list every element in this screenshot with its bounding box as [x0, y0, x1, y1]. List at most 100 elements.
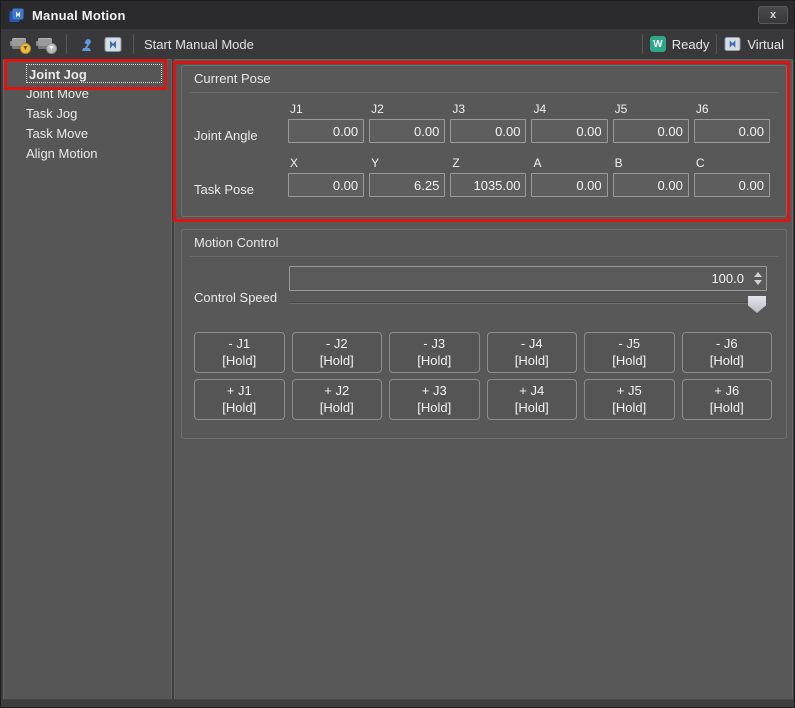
jog-plus-j3-button[interactable]: + J3 [Hold]	[389, 379, 480, 420]
control-speed-label: Control Speed	[194, 290, 277, 305]
task-pose-c-field[interactable]	[694, 173, 770, 197]
control-speed-slider-track[interactable]	[289, 302, 767, 304]
robot-monitor-button[interactable]	[100, 32, 126, 56]
toolbar-status-area: W Ready Virtual	[635, 34, 784, 54]
toolbar: ▼ ▼ Start Manual Mode W Ready	[1, 29, 794, 59]
joint-angle-cell: J1	[288, 102, 364, 143]
jog-plus-j6-button[interactable]: + J6 [Hold]	[682, 379, 773, 420]
joint-angle-j5-field[interactable]	[613, 119, 689, 143]
divider	[189, 256, 779, 257]
control-speed-slider-thumb[interactable]	[748, 296, 766, 313]
jog-plus-j1-button[interactable]: + J1 [Hold]	[194, 379, 285, 420]
jog-button-hold: [Hold]	[320, 400, 354, 417]
jog-minus-j2-button[interactable]: - J2 [Hold]	[292, 332, 383, 373]
close-button[interactable]: x	[758, 6, 788, 24]
joint-angle-fields: J1 J2 J3 J4 J5 J6	[288, 102, 770, 143]
joint-angle-j3-field[interactable]	[450, 119, 526, 143]
robot-monitor-icon	[104, 36, 122, 53]
jog-button-hold: [Hold]	[710, 400, 744, 417]
motion-mode-list: Joint Jog Joint Move Task Jog Task Move …	[3, 59, 172, 700]
virtual-status-label: Virtual	[747, 37, 784, 52]
jog-plus-j2-button[interactable]: + J2 [Hold]	[292, 379, 383, 420]
manual-motion-window: Manual Motion x ▼ ▼	[0, 0, 795, 708]
jog-plus-j5-button[interactable]: + J5 [Hold]	[584, 379, 675, 420]
robot-arm-icon	[78, 35, 96, 53]
jog-button-axis: - J6	[716, 336, 738, 353]
jog-button-hold: [Hold]	[515, 353, 549, 370]
jog-button-hold: [Hold]	[710, 353, 744, 370]
jog-button-axis: - J2	[326, 336, 348, 353]
jog-button-hold: [Hold]	[222, 400, 256, 417]
axis-label: C	[694, 156, 770, 173]
axis-label: X	[288, 156, 364, 173]
power-off-badge-icon: ▼	[46, 43, 57, 54]
robot-app-icon	[8, 7, 25, 24]
jog-minus-j1-button[interactable]: - J1 [Hold]	[194, 332, 285, 373]
jog-minus-j3-button[interactable]: - J3 [Hold]	[389, 332, 480, 373]
jog-button-hold: [Hold]	[320, 353, 354, 370]
spin-down-icon[interactable]	[754, 280, 762, 285]
axis-label: J2	[369, 102, 445, 119]
task-pose-label: Task Pose	[194, 182, 254, 197]
joint-angle-label: Joint Angle	[194, 128, 258, 143]
jog-minus-j6-button[interactable]: - J6 [Hold]	[682, 332, 773, 373]
up-down-arrows-icon[interactable]	[750, 267, 766, 290]
jog-button-hold: [Hold]	[417, 400, 451, 417]
toolbar-separator	[66, 34, 67, 54]
task-pose-cell: Z	[450, 156, 526, 197]
servo-on-button[interactable]: ▼	[7, 32, 33, 56]
control-speed-input[interactable]	[290, 267, 750, 290]
axis-label: A	[531, 156, 607, 173]
motion-control-title: Motion Control	[194, 235, 279, 250]
task-pose-b-field[interactable]	[613, 173, 689, 197]
joint-angle-j2-field[interactable]	[369, 119, 445, 143]
axis-label: J5	[613, 102, 689, 119]
jog-button-axis: + J3	[422, 383, 447, 400]
jog-button-hold: [Hold]	[222, 353, 256, 370]
task-pose-z-field[interactable]	[450, 173, 526, 197]
spin-up-icon[interactable]	[754, 272, 762, 277]
jog-button-hold: [Hold]	[515, 400, 549, 417]
jog-button-axis: + J5	[617, 383, 642, 400]
joint-angle-j4-field[interactable]	[531, 119, 607, 143]
sidebar-item-align-motion[interactable]: Align Motion	[4, 144, 171, 164]
jog-button-axis: + J6	[714, 383, 739, 400]
axis-label: B	[613, 156, 689, 173]
virtual-monitor-icon	[724, 36, 741, 52]
jog-button-axis: - J4	[521, 336, 543, 353]
sidebar-item-joint-jog[interactable]: Joint Jog	[26, 64, 162, 83]
sidebar-item-joint-move[interactable]: Joint Move	[4, 84, 171, 104]
jog-button-axis: - J5	[618, 336, 640, 353]
power-on-badge-icon: ▼	[20, 43, 31, 54]
sidebar-item-task-jog[interactable]: Task Jog	[4, 104, 171, 124]
window-title: Manual Motion	[32, 8, 126, 23]
task-pose-y-field[interactable]	[369, 173, 445, 197]
robot-jog-button[interactable]	[74, 32, 100, 56]
servo-power-on-icon: ▼	[12, 37, 28, 51]
joint-angle-cell: J5	[613, 102, 689, 143]
joint-angle-j1-field[interactable]	[288, 119, 364, 143]
control-speed-spinbox[interactable]	[289, 266, 767, 291]
joint-angle-cell: J3	[450, 102, 526, 143]
jog-minus-j5-button[interactable]: - J5 [Hold]	[584, 332, 675, 373]
sidebar-item-task-move[interactable]: Task Move	[4, 124, 171, 144]
joint-angle-j6-field[interactable]	[694, 119, 770, 143]
axis-label: J3	[450, 102, 526, 119]
titlebar: Manual Motion x	[1, 1, 794, 29]
toolbar-separator	[133, 34, 134, 54]
task-pose-cell: X	[288, 156, 364, 197]
jog-button-hold: [Hold]	[417, 353, 451, 370]
servo-off-button[interactable]: ▼	[33, 32, 59, 56]
jog-minus-j4-button[interactable]: - J4 [Hold]	[487, 332, 578, 373]
task-pose-x-field[interactable]	[288, 173, 364, 197]
jog-button-axis: - J3	[423, 336, 445, 353]
jog-button-axis: + J1	[227, 383, 252, 400]
jog-button-axis: + J4	[519, 383, 544, 400]
jog-plus-j4-button[interactable]: + J4 [Hold]	[487, 379, 578, 420]
axis-label: J6	[694, 102, 770, 119]
task-pose-a-field[interactable]	[531, 173, 607, 197]
ready-status-label: Ready	[672, 37, 710, 52]
current-pose-title: Current Pose	[194, 71, 271, 86]
joint-angle-cell: J2	[369, 102, 445, 143]
jog-button-axis: - J1	[228, 336, 250, 353]
